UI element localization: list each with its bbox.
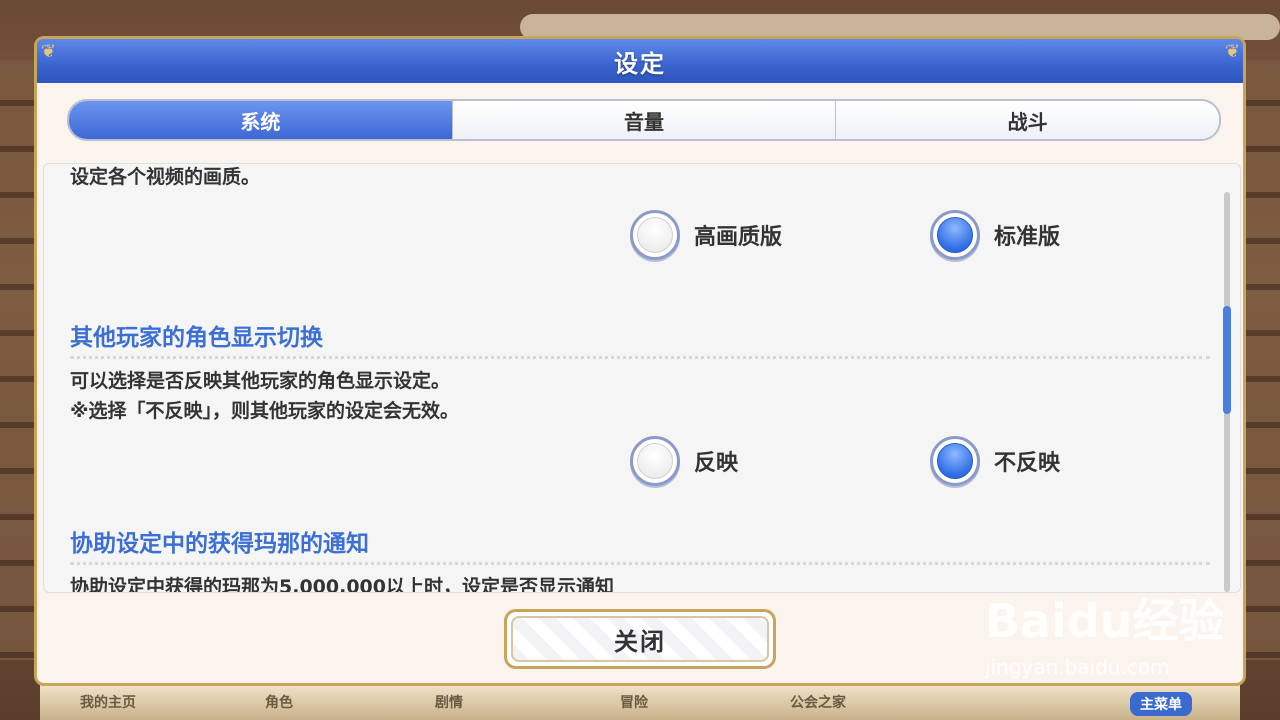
close-button[interactable]: 关闭 [504,609,776,669]
tab-battle[interactable]: 战斗 [836,101,1219,139]
ornament-left-icon: ❦ [41,41,57,62]
nav-item-guild[interactable]: 公会之家 [790,692,846,712]
player-display-description-2: ※选择「不反映」，则其他玩家的设定会无效。 [70,400,459,422]
radio-reflect[interactable] [630,436,680,486]
option-not-reflect[interactable]: 不反映 [930,436,1060,486]
radio-standard[interactable] [930,210,980,260]
radio-not-reflect[interactable] [930,436,980,486]
nav-item-story[interactable]: 剧情 [435,692,463,712]
player-display-description-1: 可以选择是否反映其他玩家的角色显示设定。 [70,370,451,392]
radio-high-quality[interactable] [630,210,680,260]
option-label: 标准版 [994,225,1061,250]
background-bottom-nav: 我的主页 角色 剧情 冒险 公会之家 主菜单 [40,684,1240,720]
close-button-label: 关闭 [614,627,666,656]
nav-item-adventure[interactable]: 冒险 [620,692,648,712]
tab-volume[interactable]: 音量 [452,101,837,139]
ornament-right-icon: ❦ [1225,41,1241,62]
watermark-brand: Baidu经验 [985,594,1225,648]
nav-item-home[interactable]: 我的主页 [80,692,136,712]
nav-item-menu[interactable]: 主菜单 [1130,692,1192,716]
settings-tabs: 系统 音量 战斗 [67,99,1221,141]
nav-item-characters[interactable]: 角色 [265,692,293,712]
dialog-titlebar: ❦ 设定 ❦ [37,39,1243,83]
option-high-quality[interactable]: 高画质版 [630,210,782,260]
option-label: 不反映 [994,451,1061,476]
dialog-title: 设定 [614,49,666,78]
option-reflect[interactable]: 反映 [630,436,738,486]
option-label: 高画质版 [694,225,783,250]
watermark-url: jingyan.baidu.com [985,655,1170,679]
background-shelf-right [1240,60,1280,660]
mana-notification-description: 协助设定中获得的玛那为5,000,000以上时，设定是否显示通知 [70,576,614,593]
video-quality-description: 设定各个视频的画质。 [70,166,261,188]
baidu-watermark: Baidu经验 jingyan.baidu.com [985,585,1225,679]
section-title-mana-notification: 协助设定中的获得玛那的通知 [70,531,369,557]
option-label: 反映 [694,451,739,476]
section-title-player-display: 其他玩家的角色显示切换 [70,325,323,351]
divider [70,356,1210,359]
tab-system[interactable]: 系统 [69,101,453,139]
option-standard[interactable]: 标准版 [930,210,1060,260]
scrollbar-thumb[interactable] [1223,306,1231,414]
divider [70,562,1210,565]
settings-scroll-panel[interactable]: 设定各个视频的画质。 高画质版 标准版 其他玩家的角色显示切换 可以选择是否反映… [43,163,1241,593]
